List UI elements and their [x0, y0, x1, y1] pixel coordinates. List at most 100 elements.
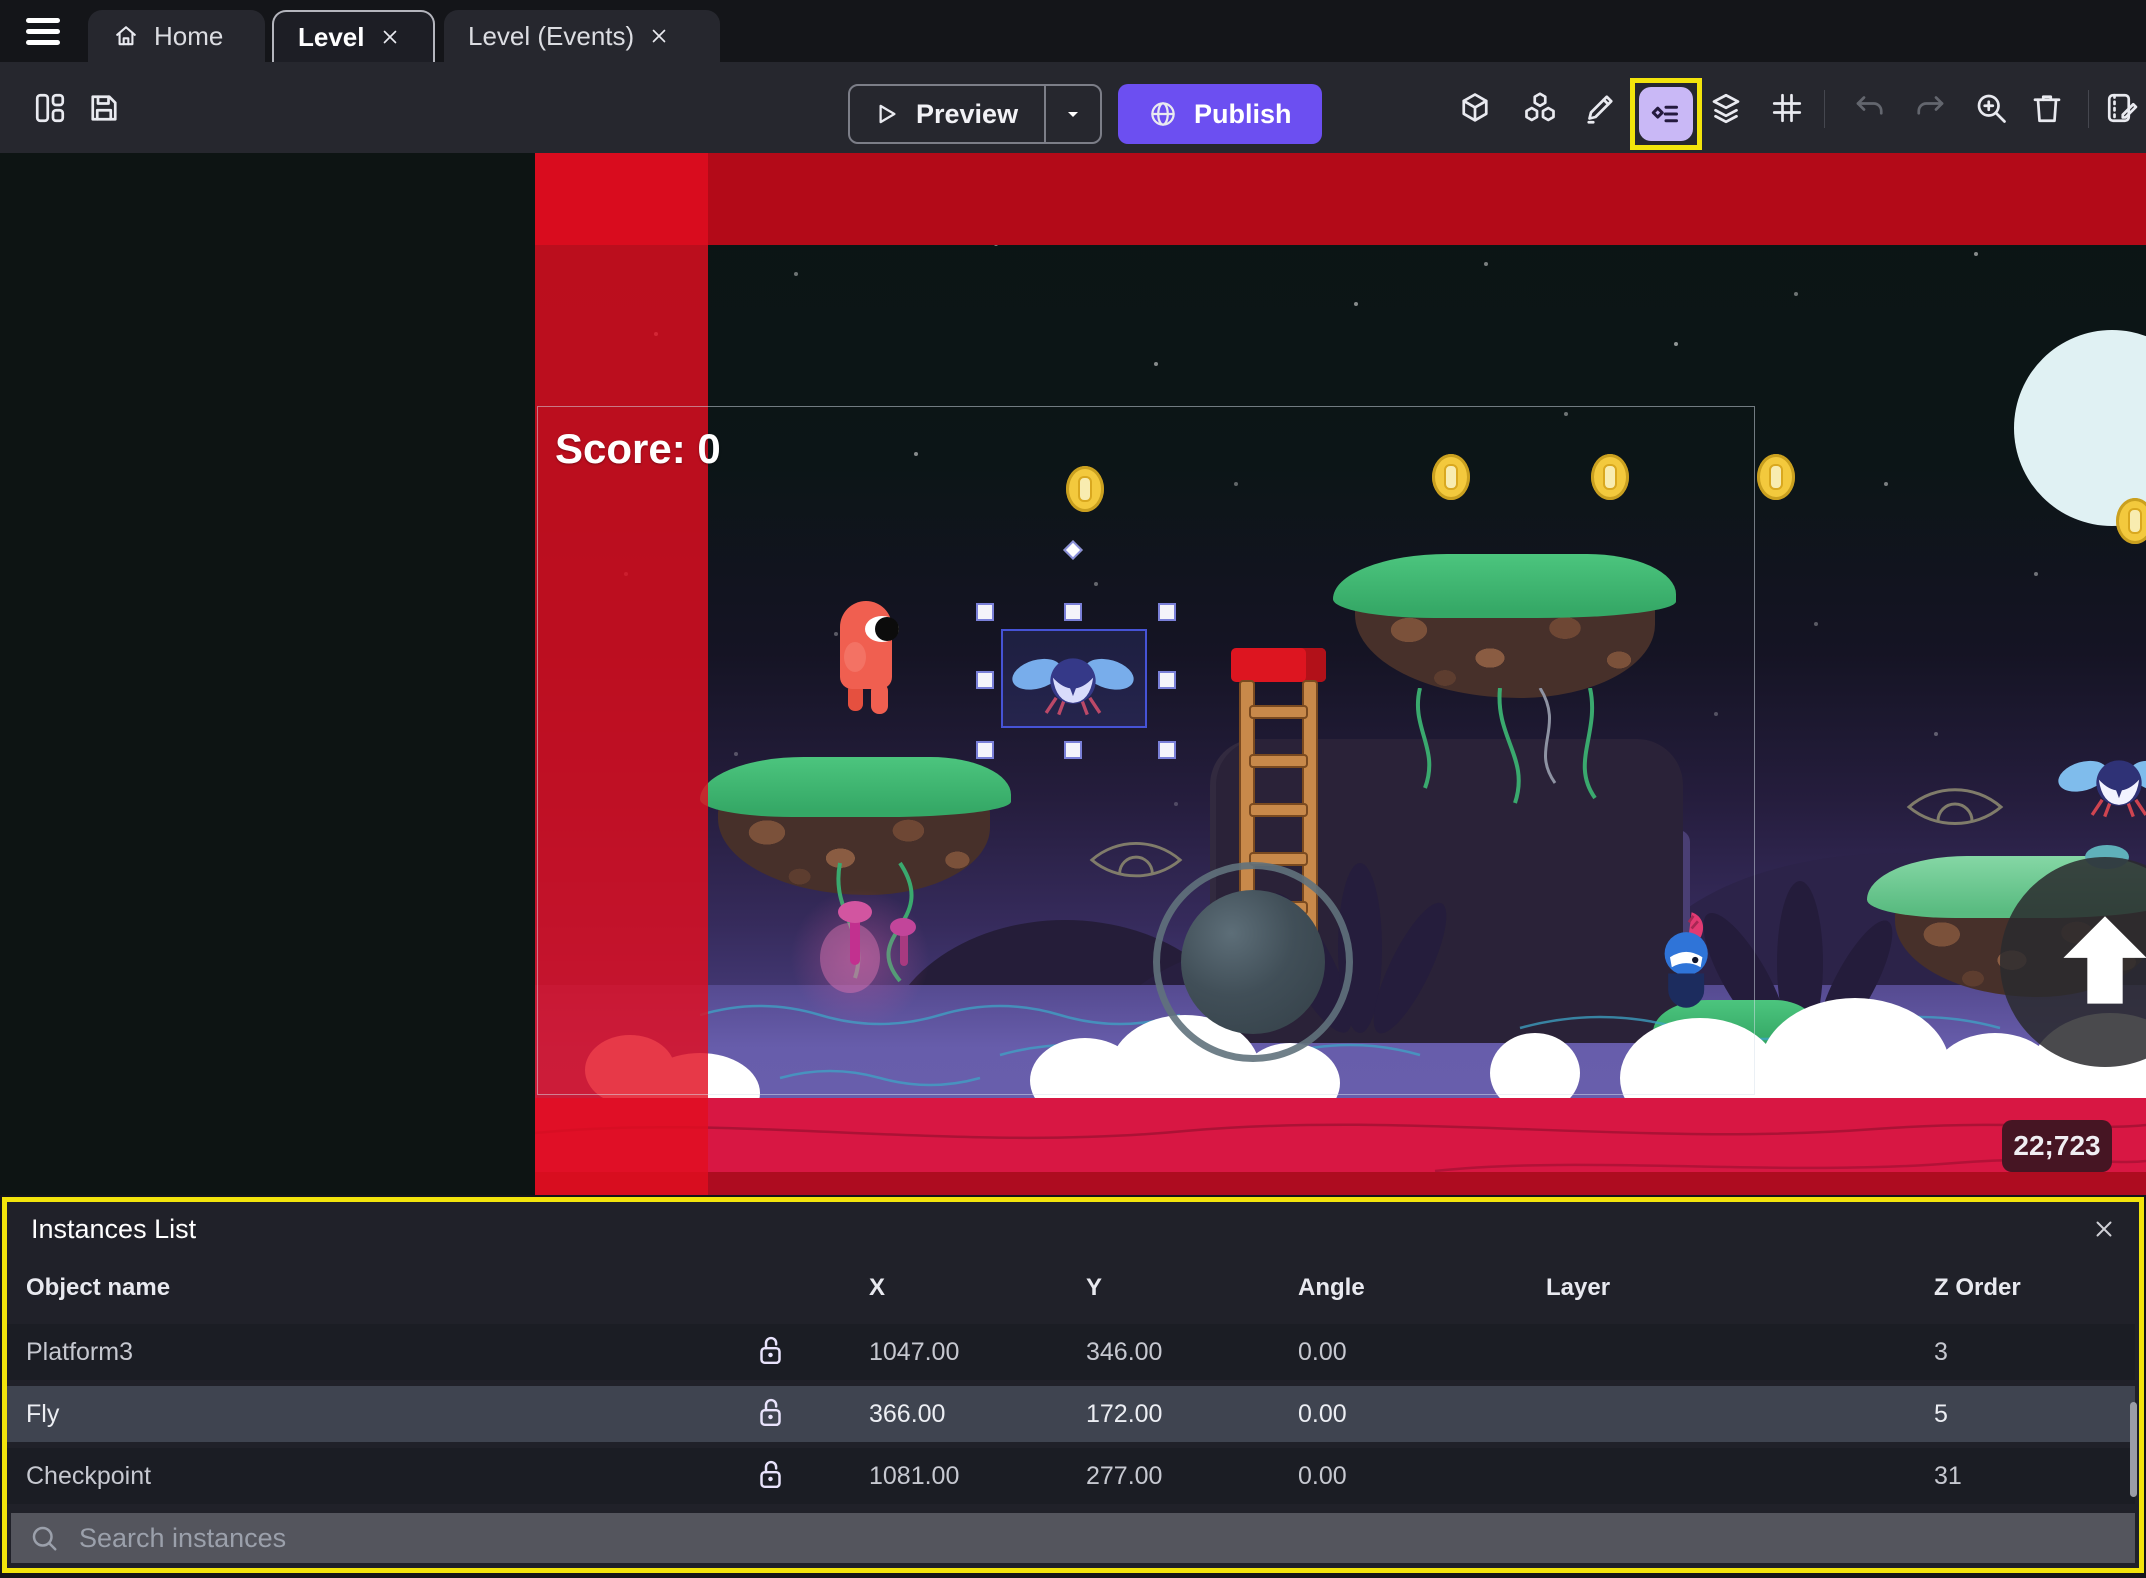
search-icon	[32, 1526, 57, 1551]
save-icon	[91, 95, 117, 121]
table-header: Object name X Y Angle Layer Z Order	[7, 1260, 2139, 1316]
tab-home[interactable]: Home	[88, 10, 265, 62]
instance-z: 31	[1934, 1462, 1962, 1490]
moon[interactable]	[2014, 330, 2146, 526]
coin-sprite[interactable]	[2116, 498, 2146, 544]
viewport-frame	[537, 406, 1755, 1095]
cube-icon	[1462, 93, 1488, 122]
instance-x: 366.00	[869, 1400, 946, 1428]
instances-panel: Instances List Object name X Y Angle Layer Z …	[2, 1197, 2144, 1573]
scene-editor-canvas[interactable]: Score: 0 22;723	[0, 153, 2146, 1195]
grid-icon	[1772, 93, 1802, 123]
fly-enemy[interactable]	[2056, 741, 2146, 825]
zoom-in-icon	[1977, 94, 2006, 123]
lock-open-icon[interactable]	[757, 1333, 784, 1376]
up-arrow-icon	[2063, 916, 2146, 1004]
close-icon[interactable]	[379, 26, 401, 48]
selection-handle[interactable]	[1158, 741, 1176, 759]
save-button[interactable]	[82, 86, 126, 130]
instance-angle: 0.00	[1298, 1462, 1347, 1490]
instance-z: 3	[1934, 1338, 1948, 1366]
publish-button[interactable]: Publish	[1118, 84, 1322, 144]
tab-label: Home	[154, 20, 224, 51]
instance-name: Platform3	[26, 1338, 133, 1366]
selection-handle[interactable]	[976, 741, 994, 759]
instance-z: 5	[1934, 1400, 1948, 1428]
instance-x: 1047.00	[869, 1338, 960, 1366]
preview-button[interactable]: Preview	[850, 86, 1044, 142]
column-header: Y	[1086, 1274, 1103, 1301]
pencil-icon	[1587, 95, 1613, 124]
tab-label: Level (Events)	[468, 20, 635, 51]
preview-label: Preview	[916, 98, 1019, 129]
panel-title: Instances List	[31, 1214, 197, 1244]
edit-document-icon	[2107, 93, 2138, 123]
edit-button[interactable]	[1578, 86, 1622, 130]
search-bar[interactable]	[11, 1513, 2135, 1563]
gdevelop-editor: Home Level Level (Events) Preview Publis…	[0, 0, 2146, 1578]
cursor-position-badge: 22;723	[2002, 1120, 2112, 1172]
selection-handle[interactable]	[976, 603, 994, 621]
score-label: Score: 0	[555, 425, 721, 472]
cubes-icon	[1525, 92, 1555, 122]
selection-handle[interactable]	[1064, 741, 1082, 759]
trash-icon	[2033, 95, 2061, 123]
preview-dropdown-button[interactable]	[1044, 86, 1100, 142]
instance-x: 1081.00	[869, 1462, 960, 1490]
annotation-highlight	[1630, 78, 1702, 150]
layout-panels-button[interactable]	[28, 86, 72, 130]
undo-icon	[1856, 96, 1883, 115]
zoom-button[interactable]	[1969, 86, 2013, 130]
layers-icon	[1712, 93, 1740, 124]
layout-icon	[35, 93, 65, 123]
coin-sprite[interactable]	[1757, 454, 1795, 500]
instance-angle: 0.00	[1298, 1338, 1347, 1366]
search-input[interactable]	[77, 1521, 2117, 1555]
selection-box[interactable]	[1001, 629, 1147, 728]
grid-button[interactable]	[1765, 86, 1809, 130]
instances-list-icon	[1651, 105, 1678, 123]
delete-button[interactable]	[2025, 86, 2069, 130]
table-row[interactable]: Fly 366.00 172.00 0.00 5	[7, 1386, 2135, 1442]
publish-label: Publish	[1194, 98, 1292, 129]
instance-angle: 0.00	[1298, 1400, 1347, 1428]
menu-icon[interactable]	[26, 18, 62, 46]
scene-properties-button[interactable]	[2100, 86, 2144, 130]
selection-handle[interactable]	[1158, 603, 1176, 621]
lock-open-icon[interactable]	[757, 1395, 784, 1438]
instance-name: Checkpoint	[26, 1462, 152, 1490]
toolbar-divider	[1824, 90, 1825, 128]
eye-decoration	[1906, 788, 2004, 825]
selection-handle[interactable]	[1158, 671, 1176, 689]
selection-handle[interactable]	[1064, 603, 1082, 621]
table-row[interactable]: Platform3 1047.00 346.00 0.00 3	[7, 1324, 2135, 1380]
toolbar-divider	[2088, 90, 2089, 128]
tab-label: Level	[298, 21, 365, 52]
selection-handle[interactable]	[976, 671, 994, 689]
instance-y: 172.00	[1086, 1400, 1163, 1428]
tab-level-events[interactable]: Level (Events)	[444, 10, 720, 62]
tab-level[interactable]: Level	[272, 10, 435, 62]
layers-panel-button[interactable]	[1704, 86, 1748, 130]
table-row[interactable]: Checkpoint 1081.00 277.00 0.00 31	[7, 1448, 2135, 1504]
lock-open-icon[interactable]	[757, 1457, 784, 1500]
instances-list-button[interactable]	[1639, 87, 1693, 141]
bottom-darkred-band	[535, 1172, 2146, 1195]
column-header: X	[869, 1274, 886, 1301]
close-icon[interactable]	[648, 25, 670, 47]
scrollbar[interactable]	[2130, 1402, 2137, 1497]
play-icon	[879, 104, 896, 124]
redo-button[interactable]	[1908, 86, 1952, 130]
close-panel-button[interactable]	[2091, 1216, 2117, 1242]
column-header: Angle	[1298, 1274, 1365, 1301]
toolbar: Preview Publish	[0, 62, 2146, 153]
instance-y: 346.00	[1086, 1338, 1163, 1366]
column-header: Object name	[26, 1274, 171, 1301]
undo-button[interactable]	[1848, 86, 1892, 130]
instance-y: 277.00	[1086, 1462, 1163, 1490]
globe-icon	[1151, 102, 1175, 126]
preview-split-button: Preview	[848, 84, 1103, 144]
object-groups-button[interactable]	[1518, 86, 1562, 130]
column-header: Layer	[1546, 1274, 1611, 1301]
objects-panel-button[interactable]	[1453, 86, 1497, 130]
